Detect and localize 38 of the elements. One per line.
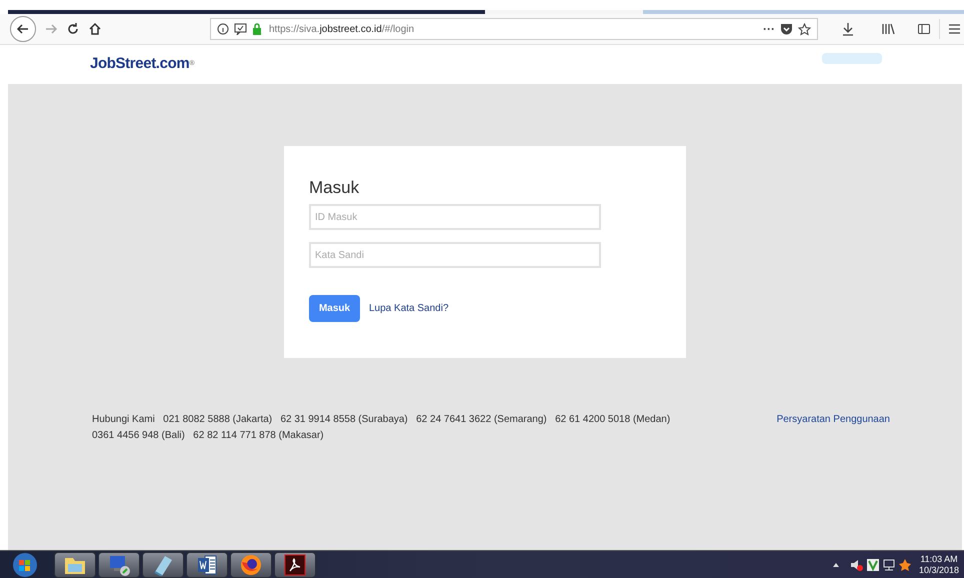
computer-icon[interactable] — [107, 554, 131, 576]
contact-info: Hubungi Kami 021 8082 5888 (Jakarta) 62 31 9914 8558 (Surabaya) 62 24 7641 3622 (Semarang) 62 61 4200 5018 (Medan) — [92, 413, 672, 427]
login-title: Masuk — [309, 178, 360, 198]
antivirus-icon[interactable] — [898, 558, 912, 572]
jobstreet-logo[interactable]: JobStreet.com$^{®}$ — [90, 53, 194, 76]
fox-globe-icon[interactable] — [239, 554, 263, 576]
banner-placeholder — [822, 53, 882, 64]
show-hidden-icons-icon[interactable] — [832, 560, 840, 568]
login-button[interactable]: Masuk — [309, 295, 360, 322]
clock-time[interactable]: 11:03 AM — [920, 554, 958, 564]
pdf-icon[interactable] — [284, 554, 306, 576]
page-actions-button[interactable]: ··· — [763, 20, 775, 38]
sidebar-icon[interactable] — [917, 22, 931, 36]
info-icon — [217, 23, 229, 35]
menu-icon[interactable] — [948, 22, 960, 36]
start-button[interactable] — [10, 552, 40, 578]
tray-app-icon[interactable] — [866, 558, 880, 572]
url-text: https://siva.jobstreet.co.id/#/login — [269, 22, 414, 36]
download-icon[interactable] — [841, 22, 855, 36]
terms-link[interactable]: Persyaratan Penggunaan — [776, 412, 890, 428]
reload-icon[interactable] — [66, 22, 80, 36]
address-bar[interactable]: https://siva.jobstreet.co.id/#/login ··· — [210, 18, 818, 40]
pocket-icon[interactable] — [780, 23, 793, 35]
lock-icon — [252, 23, 262, 35]
password-field[interactable]: Kata Sandi — [309, 242, 601, 268]
word-icon[interactable] — [195, 554, 219, 576]
id-field[interactable]: ID Masuk — [309, 204, 601, 230]
library-icon[interactable] — [881, 22, 895, 36]
clock-date[interactable]: 10/3/2018 — [918, 564, 960, 576]
back-button[interactable] — [10, 16, 36, 42]
network-icon[interactable] — [882, 558, 896, 572]
speaker-muted-icon[interactable] — [850, 558, 864, 572]
back-arrow-icon — [16, 22, 30, 36]
forgot-password-link[interactable]: Lupa Kata Sandi? — [369, 301, 449, 316]
permissions-icon — [234, 23, 247, 35]
home-icon[interactable] — [88, 22, 102, 36]
star-icon[interactable] — [798, 22, 811, 36]
contact-info: 0361 4456 948 (Bali) 62 82 114 771 878 (Makasar) — [92, 429, 325, 443]
